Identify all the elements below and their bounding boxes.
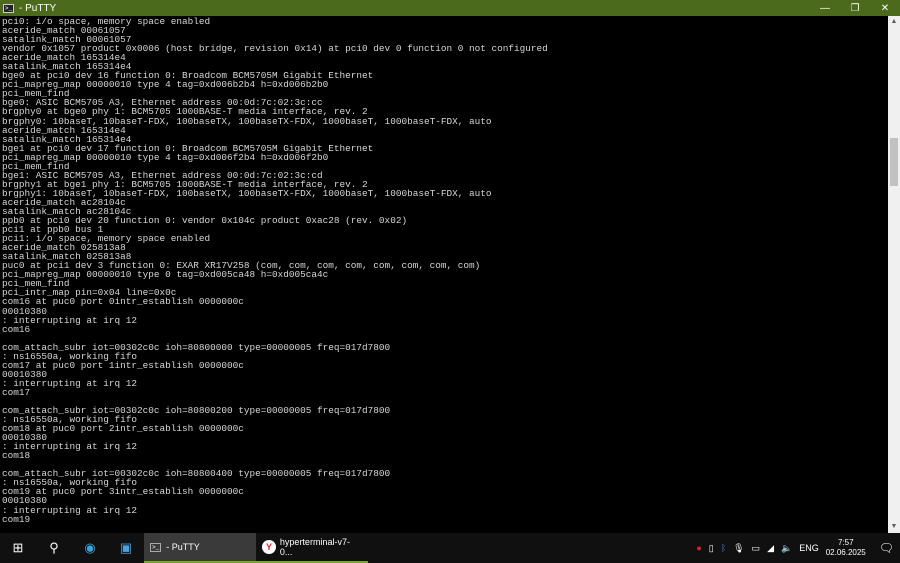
taskbar-app-label: hyperterminal-v7-0... — [279, 537, 350, 557]
window-title: - PuTTY — [19, 2, 57, 14]
edge-browser-icon[interactable]: ◉ — [72, 533, 108, 563]
windows-start-icon[interactable]: ⊞ — [0, 533, 36, 563]
terminal-line: pci_mapreg_map 00000010 type 4 tag=0xd00… — [2, 79, 329, 91]
maximize-button[interactable]: ❐ — [840, 0, 870, 16]
clock[interactable]: 7:57 02.06.2025 — [826, 538, 866, 558]
system-tray: ● ▯ ᛒ 🎙 ▭ ◢ 🔈 ENG 7:57 02.06.2025 🗨 — [696, 538, 900, 558]
yandex-tray-icon[interactable]: ● — [696, 543, 701, 553]
terminal-line: pci1: i/o space, memory space enabled — [2, 233, 211, 245]
taskbar-app-label: - PuTTY — [166, 542, 200, 552]
terminal-line: brgphy0: 10baseT, 10baseT-FDX, 100baseTX… — [2, 115, 492, 127]
taskbar-app-putty[interactable]: >_ - PuTTY — [144, 533, 256, 563]
wifi-icon[interactable]: ◢ — [767, 543, 774, 554]
terminal-line: com18 at puc0 port 2intr_establish 00000… — [2, 423, 244, 435]
close-button[interactable]: ✕ — [870, 0, 900, 16]
language-indicator[interactable]: ENG — [799, 543, 819, 553]
microphone-icon[interactable]: 🎙 — [733, 543, 744, 554]
clock-date: 02.06.2025 — [825, 548, 866, 557]
vertical-scrollbar[interactable]: ▲ ▼ — [888, 16, 900, 533]
yandex-browser-icon: Y — [262, 540, 276, 554]
terminal-line: com18 — [2, 450, 31, 462]
terminal-line: com16 — [2, 323, 31, 335]
clock-time: 7:57 — [837, 538, 854, 547]
terminal-line: : interrupting at irq 12 — [2, 504, 138, 516]
terminal-output[interactable]: pci0: i/o space, memory space enabled ace… — [0, 16, 888, 533]
terminal-line: pci_mapreg_map 00000010 type 0 tag=0xd00… — [2, 269, 329, 281]
terminal-line: com19 at puc0 port 3intr_establish 00000… — [2, 486, 244, 498]
terminal-line: com17 at puc0 port 1intr_establish 00000… — [2, 359, 244, 371]
minimize-button[interactable]: — — [810, 0, 840, 16]
usb-icon[interactable]: ▯ — [709, 543, 714, 554]
putty-app-icon[interactable]: >_ — [3, 3, 14, 13]
search-icon[interactable]: ⚲ — [36, 533, 72, 563]
terminal-line: pci0: i/o space, memory space enabled — [2, 16, 211, 27]
terminal-line: com17 — [2, 386, 31, 398]
network-icon[interactable]: ▭ — [752, 543, 761, 554]
remote-desktop-icon[interactable]: ▣ — [108, 533, 144, 563]
terminal-line: com19 — [2, 513, 31, 525]
title-bar[interactable]: >_ - PuTTY — ❐ ✕ — [0, 0, 900, 16]
terminal-line: ppb0 at pci0 dev 20 function 0: vendor 0… — [2, 215, 408, 227]
terminal-line: aceride_match 165314e4 — [2, 52, 126, 64]
scroll-up-icon[interactable]: ▲ — [888, 16, 900, 28]
terminal-line: aceride_match 165314e4 — [2, 124, 126, 136]
scrollbar-thumb[interactable] — [890, 138, 898, 186]
terminal-line: aceride_match 025813a8 — [2, 242, 126, 254]
terminal-line: brgphy1: 10baseT, 10baseT-FDX, 100baseTX… — [2, 187, 492, 199]
taskbar: ⊞ ⚲ ◉ ▣ >_ - PuTTY Y hyperterminal-v7-0.… — [0, 533, 900, 563]
taskbar-app-yandex[interactable]: Y hyperterminal-v7-0... — [256, 533, 368, 563]
terminal-line: : interrupting at irq 12 — [2, 377, 138, 389]
scroll-down-icon[interactable]: ▼ — [888, 521, 900, 533]
terminal-line: vendor 0x1057 product 0x0006 (host bridg… — [2, 43, 548, 55]
terminal-line: pci_mapreg_map 00000010 type 4 tag=0xd00… — [2, 151, 329, 163]
putty-icon: >_ — [150, 542, 162, 552]
terminal-line: aceride_match 00061057 — [2, 25, 126, 37]
terminal-line: : interrupting at irq 12 — [2, 441, 138, 453]
bluetooth-icon[interactable]: ᛒ — [721, 543, 726, 553]
terminal-line: : interrupting at irq 12 — [2, 314, 138, 326]
terminal-line: com16 at puc0 port 0intr_establish 00000… — [2, 296, 244, 308]
volume-icon[interactable]: 🔈 — [781, 543, 792, 554]
notification-icon[interactable]: 🗨 — [879, 541, 894, 555]
terminal-line: aceride_match ac28104c — [2, 196, 126, 208]
